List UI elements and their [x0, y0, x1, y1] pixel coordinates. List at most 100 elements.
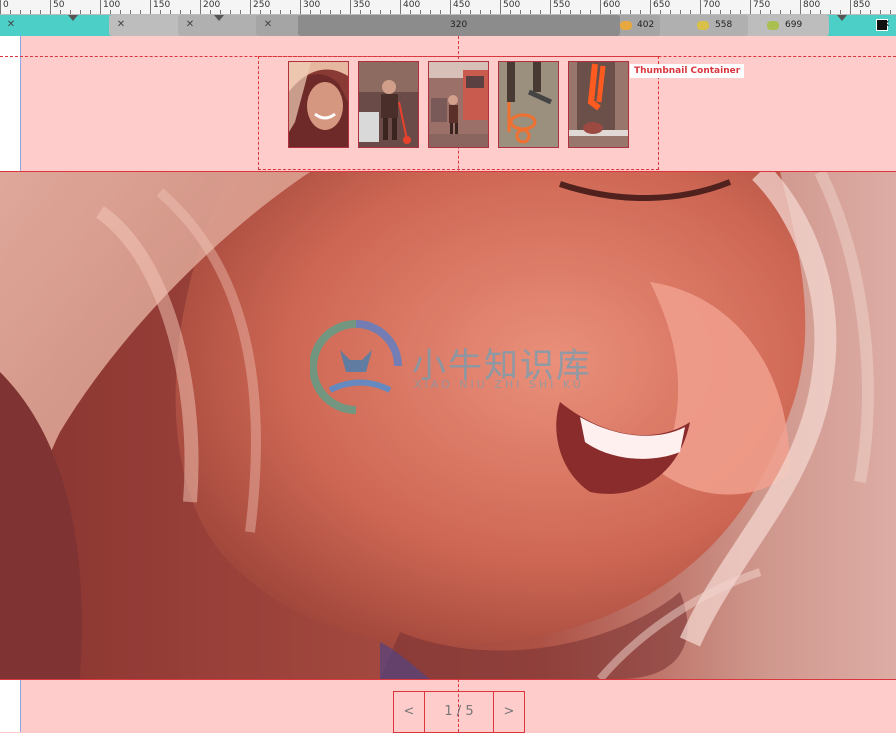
ruler-tick: [190, 10, 191, 14]
ruler-tick: [880, 10, 881, 14]
watermark-logo-icon: [310, 320, 402, 414]
ruler-tick: [690, 10, 691, 14]
ruler-tick: [430, 10, 431, 14]
ruler-tick: [510, 10, 511, 14]
ruler-tick: [550, 0, 551, 14]
page-indicator: 1 / 5: [424, 691, 494, 733]
thumbnail-woman-smiling[interactable]: [288, 61, 349, 148]
ruler-tick: [200, 0, 201, 14]
ruler-tick: [710, 10, 711, 14]
breakpoint-marker[interactable]: [214, 15, 224, 21]
ruler-tick: [680, 10, 681, 14]
thumbnail-man-with-scooter[interactable]: [358, 61, 419, 148]
ruler-tick: [60, 10, 61, 14]
ruler-tick: [500, 0, 501, 14]
ruler-tick: [830, 10, 831, 14]
breakpoint-699-dot: [767, 21, 779, 30]
ruler-tick: [450, 0, 451, 14]
ruler-tick: [10, 10, 11, 14]
breakpoint-marker[interactable]: [68, 15, 78, 21]
breakpoint-558-label: 558: [715, 20, 733, 30]
ruler-tick: [800, 0, 801, 14]
close-icon[interactable]: ✕: [5, 19, 17, 31]
ruler-tick: [370, 10, 371, 14]
ruler-tick: [570, 10, 571, 14]
close-icon[interactable]: ✕: [262, 19, 274, 31]
ruler-label: 850: [853, 0, 871, 10]
ruler-tick: [620, 10, 621, 14]
ruler-tick: [630, 10, 631, 14]
ruler-tick: [0, 0, 1, 14]
breakpoint-402-dot: [620, 21, 632, 30]
current-width-label: 320: [450, 20, 468, 30]
ruler-tick: [340, 10, 341, 14]
ruler-tick: [480, 10, 481, 14]
ruler-tick: [110, 10, 111, 14]
ruler-label: 750: [753, 0, 771, 10]
ruler-tick: [700, 0, 701, 14]
ruler-label: 300: [303, 0, 321, 10]
ruler-tick: [230, 10, 231, 14]
ruler-tick: [40, 10, 41, 14]
ruler-tick: [300, 0, 301, 14]
ruler-tick: [210, 10, 211, 14]
thumbnail-orange-scooter-handle[interactable]: [568, 61, 629, 148]
ruler-tick: [770, 10, 771, 14]
breakpoint-marker[interactable]: [837, 15, 847, 21]
ruler-tick: [310, 10, 311, 14]
thumbnail-container-label: Thumbnail Container: [630, 64, 745, 78]
ruler-label: 150: [153, 0, 171, 10]
ruler-label: 350: [353, 0, 371, 10]
ruler-label: 50: [53, 0, 65, 10]
ruler-tick: [290, 10, 291, 14]
ruler-tick: [120, 10, 121, 14]
ruler-tick: [840, 10, 841, 14]
ruler-tick: [490, 10, 491, 14]
breakpoint-402-label: 402: [637, 20, 655, 30]
ruler-tick: [560, 10, 561, 14]
hero-slide-image: 小牛知识库 XIAO NIU ZHI SHI KU: [0, 171, 896, 680]
close-icon[interactable]: ✕: [115, 19, 127, 31]
ruler-tick: [460, 10, 461, 14]
ruler-label: 800: [803, 0, 821, 10]
ruler-tick: [660, 10, 661, 14]
ruler-label: 400: [403, 0, 421, 10]
horizontal-ruler: 0 50 100 150 200 250 300 350 400 450 500 550 600 650 7…: [0, 0, 896, 15]
ruler-tick: [390, 10, 391, 14]
next-button[interactable]: >: [493, 691, 525, 733]
thumbnail-street-with-bus[interactable]: [428, 61, 489, 148]
ruler-tick: [530, 10, 531, 14]
ruler-tick: [160, 10, 161, 14]
ruler-tick: [440, 10, 441, 14]
ruler-tick: [420, 10, 421, 14]
breakpoint-bar[interactable]: ✕ ✕ ✕ ✕ 320 402 558 699 ✕: [0, 15, 896, 36]
ruler-tick: [790, 10, 791, 14]
ruler-tick: [740, 10, 741, 14]
ruler-label: 650: [653, 0, 671, 10]
ruler-label: 500: [503, 0, 521, 10]
ruler-tick: [140, 10, 141, 14]
ruler-label: 100: [103, 0, 121, 10]
ruler-tick: [100, 0, 101, 14]
ruler-label: 700: [703, 0, 721, 10]
ruler-label: 200: [203, 0, 221, 10]
ruler-tick: [890, 10, 891, 14]
ruler-tick: [360, 10, 361, 14]
ruler-tick: [20, 10, 21, 14]
ruler-tick: [150, 0, 151, 14]
breakpoint-558-dot: [697, 21, 709, 30]
prev-button[interactable]: <: [393, 691, 425, 733]
close-icon[interactable]: ✕: [184, 19, 196, 31]
ruler-tick: [670, 10, 671, 14]
ruler-tick: [590, 10, 591, 14]
ruler-label: 550: [553, 0, 571, 10]
ruler-tick: [330, 10, 331, 14]
thumbnail-legs-with-scooter[interactable]: [498, 61, 559, 148]
ruler-tick: [30, 10, 31, 14]
ruler-tick: [240, 10, 241, 14]
ruler-tick: [750, 0, 751, 14]
ruler-tick: [540, 10, 541, 14]
ruler-tick: [130, 10, 131, 14]
close-icon[interactable]: ✕: [880, 19, 892, 31]
ruler-tick: [780, 10, 781, 14]
